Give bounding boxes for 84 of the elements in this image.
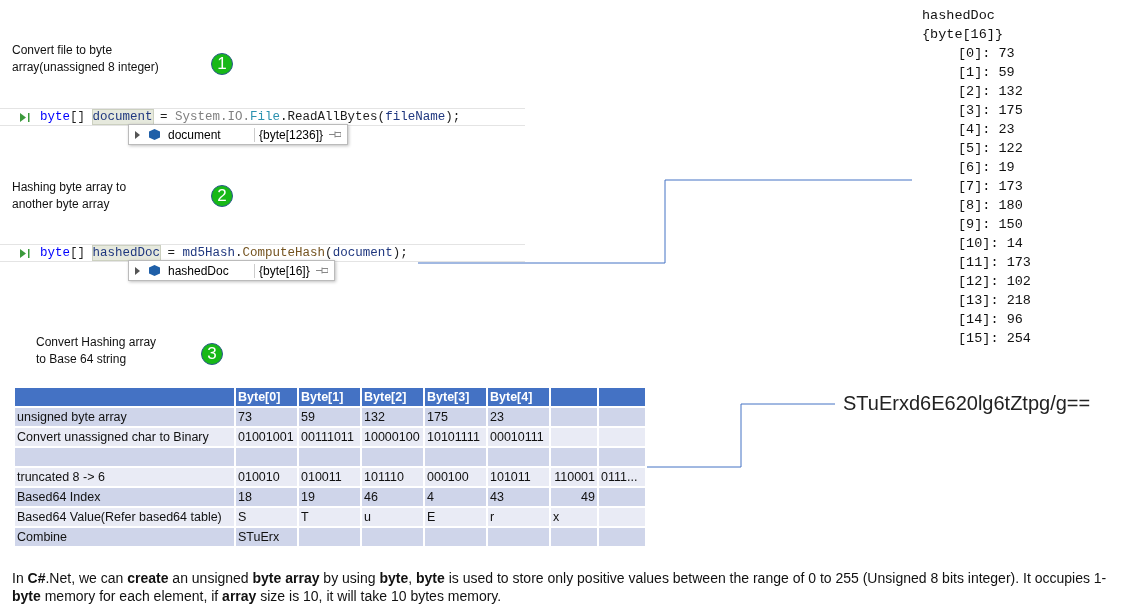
table-cell: 73 xyxy=(236,408,297,426)
table-cell: 00111011 xyxy=(299,428,360,446)
step-number-badge: 1 xyxy=(211,53,233,75)
table-cell: STuErx xyxy=(236,528,297,546)
step-caption: Hashing byte array to another byte array xyxy=(12,179,128,213)
table-cell: 59 xyxy=(299,408,360,426)
table-cell: 49 xyxy=(551,488,597,506)
column-header: Byte[0] xyxy=(236,388,297,406)
table-cell xyxy=(551,528,597,546)
table-cell xyxy=(599,528,645,546)
table-cell xyxy=(599,488,645,506)
step-number-badge: 3 xyxy=(201,343,223,365)
table-cell xyxy=(299,528,360,546)
table-cell: Based64 Index xyxy=(15,488,234,506)
table-cell: 132 xyxy=(362,408,423,426)
table-cell: Convert unassigned char to Binary xyxy=(15,428,234,446)
column-header xyxy=(551,388,597,406)
variable-name: hashedDoc xyxy=(168,263,230,278)
table-cell: 01001001 xyxy=(236,428,297,446)
table-cell: 110001 xyxy=(551,468,597,486)
table-cell xyxy=(551,448,597,466)
expand-arrow-icon[interactable] xyxy=(135,130,141,139)
table-cell: 175 xyxy=(425,408,486,426)
table-cell xyxy=(425,448,486,466)
pin-icon[interactable] xyxy=(329,131,342,138)
cube-icon xyxy=(149,265,160,276)
run-to-cursor-icon xyxy=(20,112,30,122)
table-cell xyxy=(425,528,486,546)
table-cell: 18 xyxy=(236,488,297,506)
code-text: byte[] document = System.IO.File.ReadAllBytes(fileName); xyxy=(40,110,461,124)
variable-value: {byte[1236]} xyxy=(254,127,324,142)
table-cell xyxy=(551,408,597,426)
column-header: Byte[4] xyxy=(488,388,549,406)
table-cell: 4 xyxy=(425,488,486,506)
step-caption: Convert file to byte array(unassigned 8 integer) xyxy=(12,42,160,76)
table-cell: truncated 8 -> 6 xyxy=(15,468,234,486)
run-to-cursor-icon xyxy=(20,248,30,258)
table-cell xyxy=(599,408,645,426)
variable-value: {byte[16]} xyxy=(254,263,310,278)
table-cell: 101011 xyxy=(488,468,549,486)
table-cell: 00010111 xyxy=(488,428,549,446)
table-cell: 010011 xyxy=(299,468,360,486)
description-text: In C#.Net, we can create an unsigned byte array by using byte, byte is used to store only positive values between the range of 0 to 255 (Unsigned 8 bits integer). It occupies 1-byte memory for each element, if array size is 10, it will take 10 bytes memory. xyxy=(12,569,1108,605)
table-cell: 010010 xyxy=(236,468,297,486)
table-cell: u xyxy=(362,508,423,526)
table-cell xyxy=(488,528,549,546)
table-cell: 46 xyxy=(362,488,423,506)
datatip-popup[interactable]: hashedDoc {byte[16]} xyxy=(128,260,335,281)
watch-list: hashedDoc {byte[16]} [0]: 73 [1]: 59 [2]: 132 [3]: 175 [4]: 23 [5]: 122 [6]: 19 [7]: 173 [8]: 180 [9]: 150 [10]: 14 [11]: 173 [12]: 102 [13]: 218 [14]: 96 [15]: 254 xyxy=(922,6,1031,348)
table-cell xyxy=(299,448,360,466)
table-cell: 23 xyxy=(488,408,549,426)
cube-icon xyxy=(149,129,160,140)
table-cell: Based64 Value(Refer based64 table) xyxy=(15,508,234,526)
datatip-popup[interactable]: document {byte[1236]} xyxy=(128,124,349,145)
table-cell xyxy=(236,448,297,466)
table-cell: unsigned byte array xyxy=(15,408,234,426)
table-cell: S xyxy=(236,508,297,526)
code-text: byte[] hashedDoc = md5Hash.ComputeHash(document); xyxy=(40,246,408,260)
column-header xyxy=(599,388,645,406)
column-header: Byte[1] xyxy=(299,388,360,406)
table-cell: 000100 xyxy=(425,468,486,486)
table-cell xyxy=(488,448,549,466)
table-cell: 19 xyxy=(299,488,360,506)
column-header: Byte[2] xyxy=(362,388,423,406)
table-cell: 10000100 xyxy=(362,428,423,446)
variable-name: document xyxy=(168,127,222,142)
table-cell xyxy=(599,448,645,466)
column-header: Byte[3] xyxy=(425,388,486,406)
pin-icon[interactable] xyxy=(315,267,328,274)
table-cell: 10101111 xyxy=(425,428,486,446)
base64-result: STuErxd6E620lg6tZtpg/g== xyxy=(843,392,1091,415)
table-cell: E xyxy=(425,508,486,526)
table-cell: r xyxy=(488,508,549,526)
table-cell xyxy=(362,528,423,546)
table-cell: Combine xyxy=(15,528,234,546)
table-cell: 43 xyxy=(488,488,549,506)
table-cell: 101110 xyxy=(362,468,423,486)
table-cell: T xyxy=(299,508,360,526)
expand-arrow-icon[interactable] xyxy=(135,266,141,275)
table-cell: 0111... xyxy=(599,468,645,486)
step-caption: Convert Hashing array to Base 64 string xyxy=(36,334,158,368)
table-cell xyxy=(362,448,423,466)
step-number-badge: 2 xyxy=(211,185,233,207)
table-cell: x xyxy=(551,508,597,526)
